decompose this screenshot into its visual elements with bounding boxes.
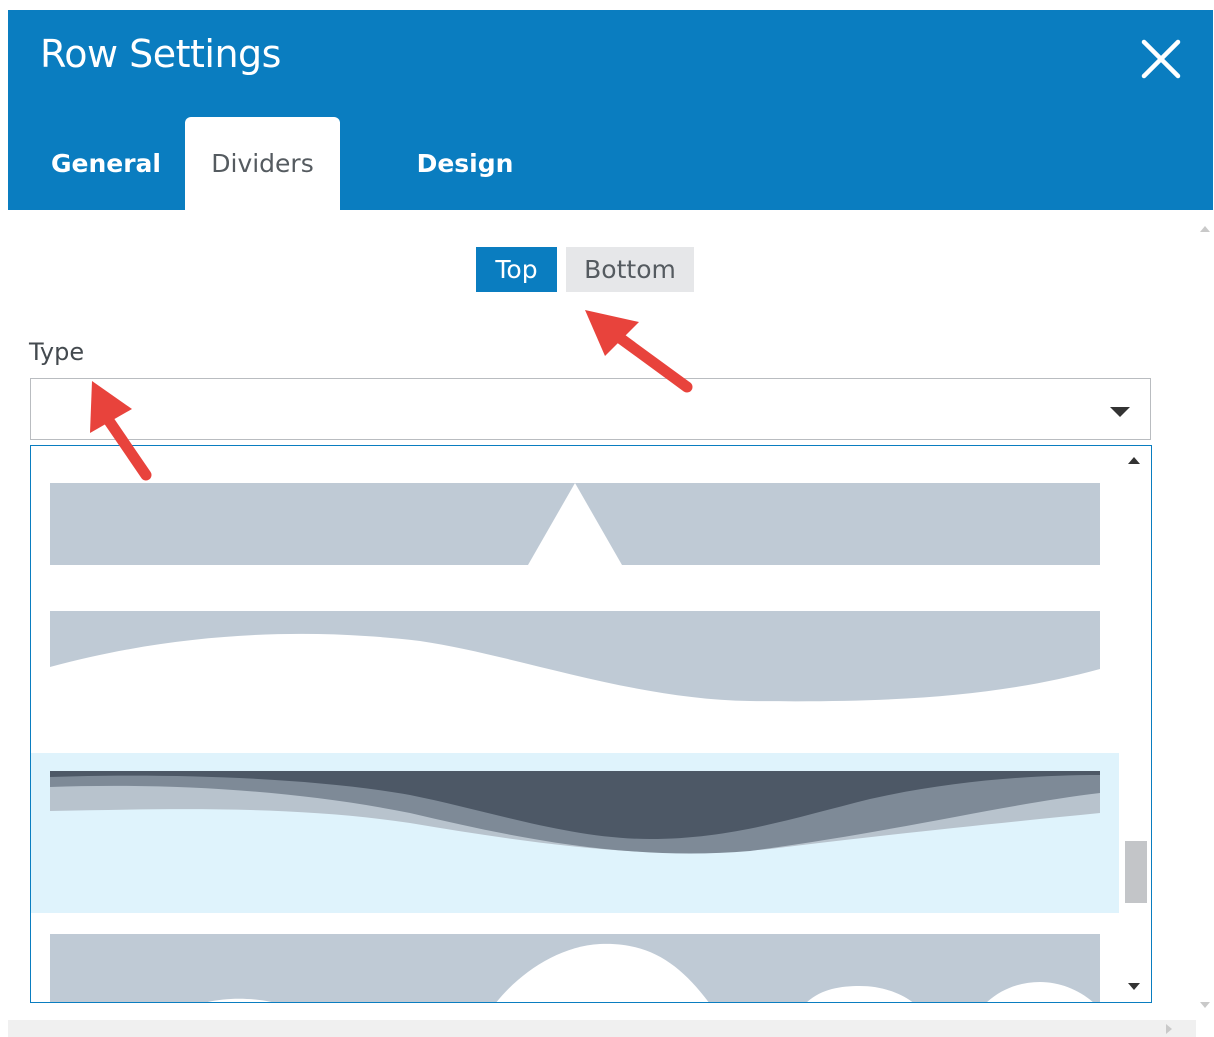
dropdown-scrollbar-thumb[interactable] bbox=[1125, 841, 1147, 903]
top-toggle-button[interactable]: Top bbox=[476, 247, 557, 292]
divider-option-layered-waves[interactable] bbox=[31, 753, 1119, 913]
divider-option-triangle[interactable] bbox=[31, 446, 1119, 596]
panel-scroll-up-icon[interactable] bbox=[1200, 226, 1210, 232]
wave-divider-preview bbox=[50, 611, 1100, 702]
scroll-up-icon[interactable] bbox=[1128, 457, 1140, 464]
layered-waves-divider-preview bbox=[50, 771, 1100, 854]
annotation-arrow-icon bbox=[585, 310, 693, 393]
divider-option-wave[interactable] bbox=[31, 596, 1119, 753]
scroll-right-icon[interactable] bbox=[1166, 1024, 1172, 1034]
tab-design-options[interactable]: Design Options bbox=[360, 117, 570, 272]
divider-type-dropdown bbox=[30, 445, 1152, 1003]
close-button[interactable] bbox=[1138, 36, 1184, 82]
panel-scrollbar[interactable] bbox=[1196, 210, 1213, 1028]
tab-general[interactable]: General bbox=[36, 117, 176, 210]
chevron-down-icon bbox=[1110, 407, 1130, 417]
close-icon bbox=[1141, 39, 1181, 79]
dropdown-scrollbar[interactable] bbox=[1121, 446, 1151, 1002]
horizontal-scrollbar[interactable] bbox=[8, 1020, 1196, 1037]
scroll-down-icon[interactable] bbox=[1128, 983, 1140, 990]
divider-option-clouds[interactable] bbox=[31, 913, 1119, 1002]
tab-dividers[interactable]: Dividers bbox=[185, 117, 340, 210]
clouds-divider-preview bbox=[50, 934, 1100, 1002]
type-label: Type bbox=[29, 338, 85, 366]
panel-scroll-down-icon[interactable] bbox=[1200, 1002, 1210, 1008]
triangle-divider-preview bbox=[50, 483, 1100, 565]
annotation-arrow-icon bbox=[90, 381, 152, 481]
row-settings-dialog: Row Settings General Dividers Design Opt… bbox=[8, 10, 1213, 1037]
tab-bar: General Dividers Design Options bbox=[8, 117, 1213, 272]
dialog-title: Row Settings bbox=[40, 32, 281, 76]
dialog-header: Row Settings General Dividers Design Opt… bbox=[8, 10, 1213, 272]
bottom-toggle-button[interactable]: Bottom bbox=[566, 247, 694, 292]
